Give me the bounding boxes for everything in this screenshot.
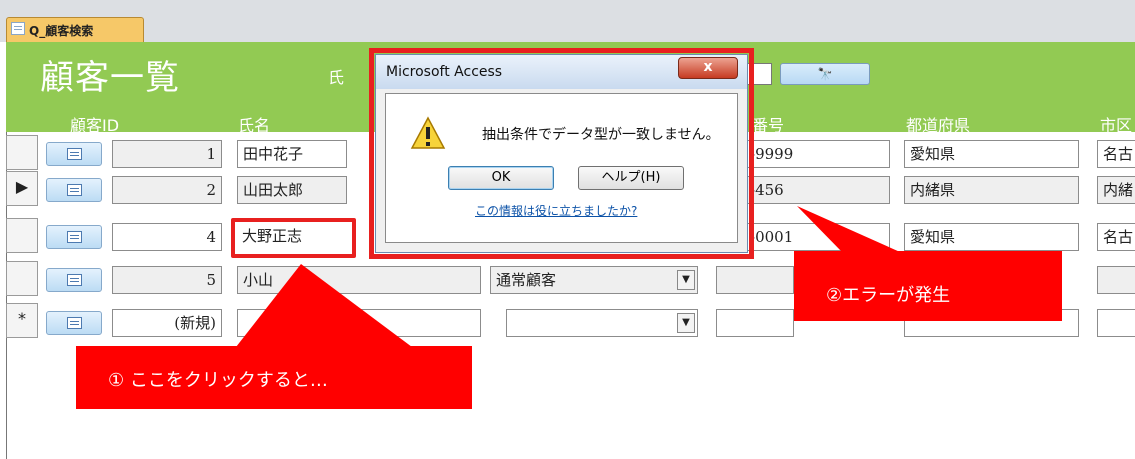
- close-button[interactable]: x: [678, 57, 738, 79]
- callout-1-pointer: [236, 264, 412, 347]
- dialog-message: 抽出条件でデータ型が一致しません。: [482, 127, 720, 143]
- error-dialog: Microsoft Access x 抽出条件でデータ型が一致しません。 OK …: [375, 54, 748, 253]
- callout-2: ②エラーが発生: [794, 251, 1062, 321]
- callout-1-text: ① ここをクリックすると…: [108, 370, 328, 391]
- callout-1: ① ここをクリックすると…: [76, 346, 472, 409]
- ok-button[interactable]: OK: [448, 166, 554, 190]
- dialog-title: Microsoft Access: [386, 64, 503, 80]
- feedback-link[interactable]: この情報は役に立ちましたか?: [475, 202, 637, 219]
- dialog-body: 抽出条件でデータ型が一致しません。 OK ヘルプ(H) この情報は役に立ちました…: [385, 93, 738, 243]
- warning-triangle-icon: [410, 116, 446, 149]
- callout-2-text: ②エラーが発生: [826, 285, 951, 306]
- callout-2-pointer: [797, 206, 900, 252]
- dialog-titlebar: Microsoft Access x: [376, 55, 747, 89]
- help-button[interactable]: ヘルプ(H): [578, 166, 684, 190]
